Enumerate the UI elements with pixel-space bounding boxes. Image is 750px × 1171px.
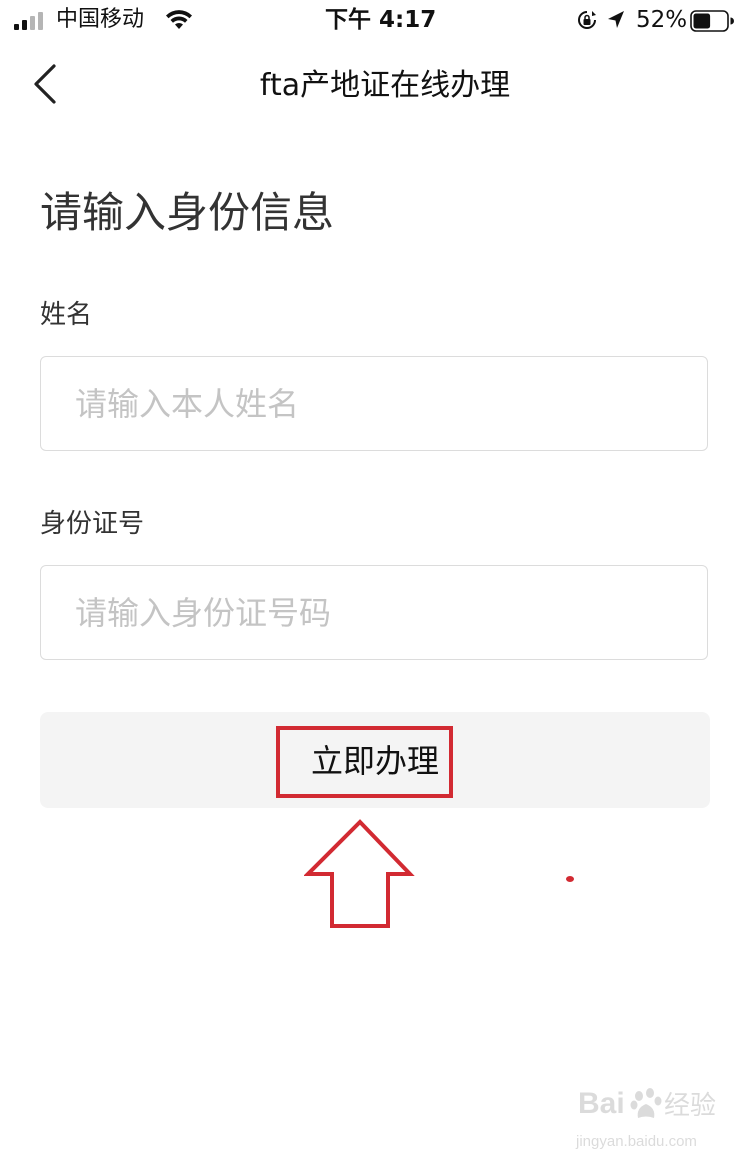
clock-time: 下午 4:17	[325, 7, 437, 33]
name-input[interactable]	[41, 357, 707, 450]
rotation-lock-icon	[578, 11, 596, 29]
watermark-brand: Bai	[578, 1087, 625, 1120]
id-number-input[interactable]	[41, 566, 707, 659]
name-label: 姓名	[40, 300, 93, 330]
carrier-name: 中国移动	[56, 7, 145, 32]
form-heading: 请输入身份信息	[40, 188, 335, 237]
app-screen: 中国移动 下午 4:17 52% fta产地证在线办理 请输入身份信息 姓名 请…	[0, 0, 750, 1171]
name-field-container	[40, 356, 708, 451]
battery-icon	[690, 10, 734, 32]
id-number-label: 身份证号	[40, 509, 145, 539]
id-field-container	[40, 565, 708, 660]
watermark-url: jingyan.baidu.com	[576, 1133, 697, 1150]
up-arrow-annotation-icon	[304, 819, 415, 928]
submit-button-label: 立即办理	[310, 742, 439, 780]
wifi-icon	[166, 10, 192, 29]
baidu-paw-icon	[630, 1088, 662, 1118]
watermark-product: 经验	[664, 1091, 717, 1121]
annotation-dot	[566, 876, 574, 882]
signal-icon	[14, 12, 43, 30]
status-bar: 中国移动 下午 4:17 52%	[0, 0, 750, 40]
battery-percent: 52%	[636, 7, 688, 33]
baidu-watermark: Bai 经验 jingyan.baidu.com	[572, 1084, 722, 1164]
page-title: fta产地证在线办理	[259, 68, 511, 103]
location-arrow-icon	[608, 11, 624, 28]
submit-button[interactable]: 立即办理	[40, 712, 710, 808]
